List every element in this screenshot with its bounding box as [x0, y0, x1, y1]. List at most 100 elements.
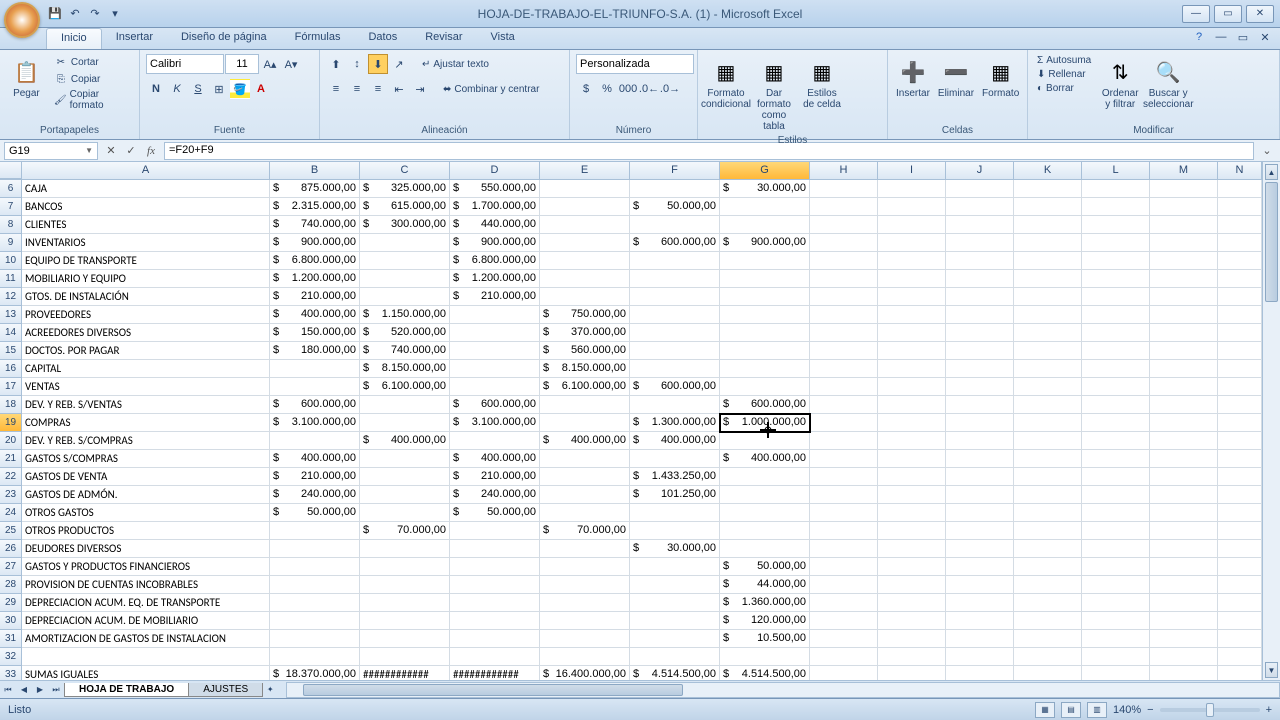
close-button[interactable]: ✕ — [1246, 5, 1274, 23]
col-header-H[interactable]: H — [810, 162, 878, 179]
cell[interactable] — [270, 594, 360, 612]
cell[interactable] — [1082, 612, 1150, 630]
cell[interactable] — [878, 252, 946, 270]
select-all-corner[interactable] — [0, 162, 22, 179]
bold-button[interactable]: N — [146, 79, 166, 99]
cell[interactable] — [1014, 288, 1082, 306]
cell[interactable] — [1082, 378, 1150, 396]
cell[interactable] — [720, 216, 810, 234]
cell[interactable] — [630, 504, 720, 522]
row-header[interactable]: 22 — [0, 468, 22, 486]
cell[interactable]: $1.433.250,00 — [630, 468, 720, 486]
format-cells-button[interactable]: ▦Formato — [980, 54, 1021, 101]
tab-datos[interactable]: Datos — [354, 28, 411, 49]
cell[interactable] — [810, 216, 878, 234]
cell[interactable] — [630, 576, 720, 594]
cell[interactable]: CAPITAL — [22, 360, 270, 378]
cell[interactable] — [1218, 288, 1262, 306]
cell[interactable] — [720, 486, 810, 504]
font-name-select[interactable] — [146, 54, 224, 74]
cell[interactable] — [1218, 252, 1262, 270]
cell[interactable] — [878, 198, 946, 216]
cell[interactable] — [1150, 180, 1218, 198]
cell[interactable] — [630, 522, 720, 540]
cell[interactable]: $560.000,00 — [540, 342, 630, 360]
cell[interactable] — [630, 288, 720, 306]
cell[interactable]: EQUIPO DE TRANSPORTE — [22, 252, 270, 270]
cell[interactable] — [1218, 576, 1262, 594]
cell[interactable] — [1218, 342, 1262, 360]
decrease-decimal-icon[interactable]: .0→ — [660, 79, 680, 99]
cell[interactable] — [1150, 414, 1218, 432]
cell[interactable] — [878, 270, 946, 288]
cell[interactable] — [1014, 486, 1082, 504]
cell[interactable] — [946, 522, 1014, 540]
cell[interactable] — [1082, 594, 1150, 612]
cell[interactable]: $1.150.000,00 — [360, 306, 450, 324]
cell[interactable]: $50.000,00 — [630, 198, 720, 216]
cell[interactable] — [1150, 504, 1218, 522]
cell[interactable] — [946, 630, 1014, 648]
cell[interactable] — [1218, 216, 1262, 234]
cell[interactable]: DEPRECIACION ACUM. DE MOBILIARIO — [22, 612, 270, 630]
tab-last-icon[interactable]: ⏭ — [48, 682, 64, 698]
cell[interactable]: $900.000,00 — [270, 234, 360, 252]
cell[interactable]: $70.000,00 — [360, 522, 450, 540]
cell[interactable] — [270, 612, 360, 630]
cell[interactable] — [450, 306, 540, 324]
zoom-slider[interactable] — [1160, 708, 1260, 712]
cell[interactable] — [270, 360, 360, 378]
cell[interactable]: $4.514.500,00 — [720, 666, 810, 680]
cell[interactable] — [630, 324, 720, 342]
cell[interactable] — [1082, 270, 1150, 288]
cell[interactable] — [1082, 342, 1150, 360]
col-header-E[interactable]: E — [540, 162, 630, 179]
cell[interactable]: $210.000,00 — [450, 288, 540, 306]
cell[interactable] — [1218, 630, 1262, 648]
cell[interactable] — [360, 630, 450, 648]
tab-first-icon[interactable]: ⏮ — [0, 682, 16, 698]
horizontal-scrollbar[interactable] — [286, 682, 1280, 698]
cell[interactable]: $30.000,00 — [720, 180, 810, 198]
cell[interactable] — [1014, 234, 1082, 252]
find-select-button[interactable]: 🔍Buscar y seleccionar — [1146, 54, 1190, 112]
cell[interactable] — [540, 630, 630, 648]
cell[interactable] — [1150, 234, 1218, 252]
cell[interactable] — [810, 504, 878, 522]
align-bottom-icon[interactable]: ⬇ — [368, 54, 388, 74]
cell[interactable]: $600.000,00 — [630, 234, 720, 252]
cell[interactable] — [810, 396, 878, 414]
cell[interactable]: $740.000,00 — [270, 216, 360, 234]
cell[interactable] — [540, 396, 630, 414]
cell[interactable] — [1218, 396, 1262, 414]
align-top-icon[interactable]: ⬆ — [326, 54, 346, 74]
cell[interactable] — [630, 252, 720, 270]
cell[interactable] — [878, 324, 946, 342]
cell[interactable] — [946, 342, 1014, 360]
cell[interactable] — [1082, 414, 1150, 432]
col-header-L[interactable]: L — [1082, 162, 1150, 179]
cell[interactable] — [946, 594, 1014, 612]
border-button[interactable]: ⊞ — [209, 79, 229, 99]
cell[interactable] — [810, 540, 878, 558]
cell[interactable] — [1014, 630, 1082, 648]
cell[interactable] — [946, 612, 1014, 630]
scroll-thumb[interactable] — [1265, 182, 1278, 302]
cell[interactable] — [1218, 450, 1262, 468]
cell[interactable] — [270, 630, 360, 648]
cell[interactable] — [810, 666, 878, 680]
cell[interactable] — [946, 270, 1014, 288]
cell[interactable] — [810, 288, 878, 306]
cell[interactable]: $520.000,00 — [360, 324, 450, 342]
cell[interactable]: INVENTARIOS — [22, 234, 270, 252]
cell[interactable]: GASTOS S/COMPRAS — [22, 450, 270, 468]
cell[interactable] — [1014, 396, 1082, 414]
row-header[interactable]: 13 — [0, 306, 22, 324]
cell[interactable] — [720, 648, 810, 666]
cell[interactable]: $240.000,00 — [270, 486, 360, 504]
cell[interactable] — [878, 558, 946, 576]
cell[interactable]: $300.000,00 — [360, 216, 450, 234]
cell[interactable] — [630, 450, 720, 468]
cell[interactable]: $210.000,00 — [270, 468, 360, 486]
cell[interactable] — [878, 522, 946, 540]
